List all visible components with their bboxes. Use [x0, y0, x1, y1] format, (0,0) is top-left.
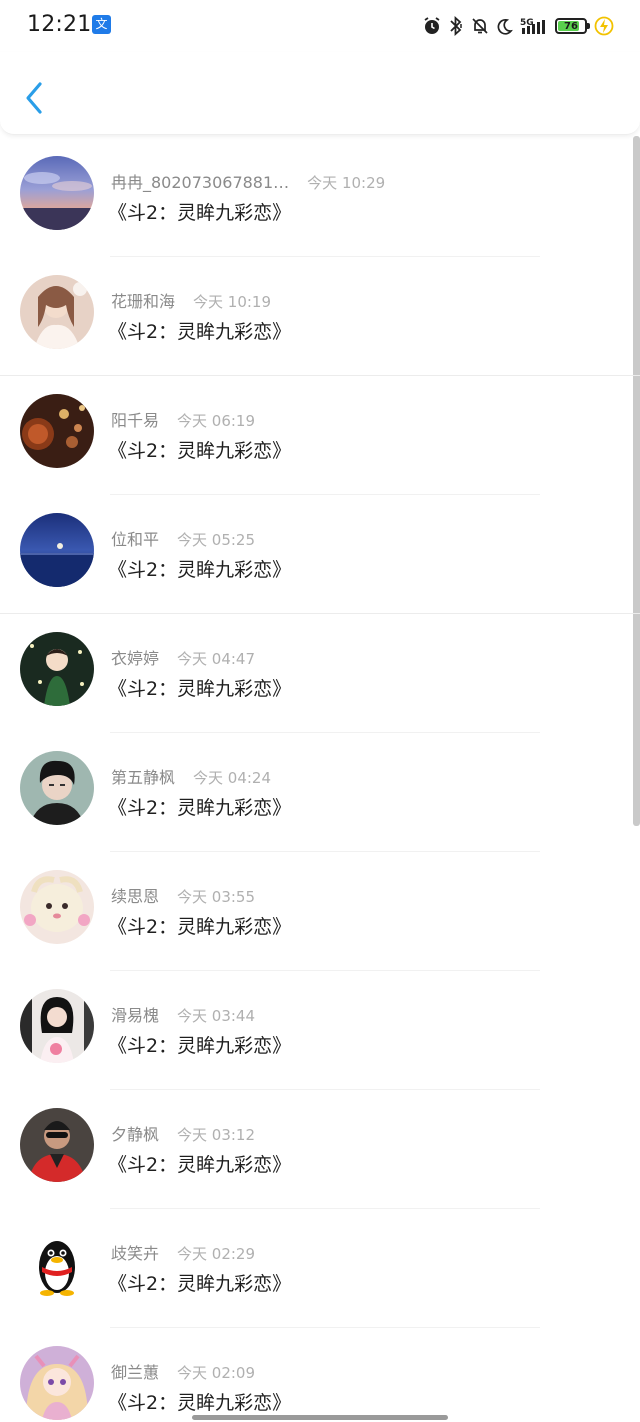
- user-name[interactable]: 御兰蕙: [111, 1359, 159, 1383]
- comment-time: 今天 02:09: [177, 1364, 256, 1382]
- comment-time: 今天 03:12: [177, 1126, 256, 1144]
- comment-text: 《斗2：灵眸九彩恋》: [108, 440, 292, 462]
- user-name[interactable]: 滑易槐: [111, 1002, 159, 1026]
- comment-item[interactable]: 夕静枫 今天 03:12 《斗2：灵眸九彩恋》: [0, 1090, 640, 1209]
- avatar[interactable]: [20, 1227, 94, 1301]
- user-name[interactable]: 衣婷婷: [111, 645, 159, 669]
- chevron-left-icon: [26, 82, 42, 114]
- avatar[interactable]: [20, 989, 94, 1063]
- back-button[interactable]: [18, 78, 52, 118]
- comment-item[interactable]: 阳千易 今天 06:19 《斗2：灵眸九彩恋》: [0, 376, 640, 495]
- comment-text: 《斗2：灵眸九彩恋》: [108, 202, 292, 224]
- comment-item[interactable]: 御兰蕙 今天 02:09 《斗2：灵眸九彩恋》: [0, 1328, 640, 1422]
- avatar[interactable]: [20, 394, 94, 468]
- user-name[interactable]: 续思恩: [111, 883, 159, 907]
- comment-time: 今天 10:29: [307, 174, 386, 192]
- comment-meta: 歧笑卉 今天 02:29: [111, 1240, 255, 1264]
- user-name[interactable]: 阳千易: [111, 407, 159, 431]
- user-name[interactable]: 位和平: [111, 526, 159, 550]
- comment-item[interactable]: 冉冉_802073067881… 今天 10:29 《斗2：灵眸九彩恋》: [0, 138, 640, 257]
- comment-text: 《斗2：灵眸九彩恋》: [108, 321, 292, 343]
- comment-text: 《斗2：灵眸九彩恋》: [108, 1392, 292, 1414]
- comment-meta: 续思恩 今天 03:55: [111, 883, 255, 907]
- comment-item[interactable]: 衣婷婷 今天 04:47 《斗2：灵眸九彩恋》: [0, 614, 640, 733]
- comment-item[interactable]: 续思恩 今天 03:55 《斗2：灵眸九彩恋》: [0, 852, 640, 971]
- comment-time: 今天 03:44: [177, 1007, 256, 1025]
- battery-icon: 76: [555, 18, 590, 34]
- comment-meta: 第五静枫 今天 04:24: [111, 764, 271, 788]
- comment-text: 《斗2：灵眸九彩恋》: [108, 678, 292, 700]
- comment-meta: 阳千易 今天 06:19: [111, 407, 255, 431]
- avatar[interactable]: [20, 751, 94, 825]
- alarm-icon: [424, 17, 440, 34]
- svg-text:5G: 5G: [520, 18, 534, 28]
- comment-item[interactable]: 位和平 今天 05:25 《斗2：灵眸九彩恋》: [0, 495, 640, 614]
- comment-time: 今天 06:19: [177, 412, 256, 430]
- comment-meta: 衣婷婷 今天 04:47: [111, 645, 255, 669]
- comment-meta: 冉冉_802073067881… 今天 10:29: [111, 169, 385, 193]
- comment-text: 《斗2：灵眸九彩恋》: [108, 916, 292, 938]
- comment-time: 今天 04:24: [193, 769, 272, 787]
- bluetooth-icon: [450, 16, 462, 36]
- comment-list-screen: 12:21 文 5G 76 冉冉_802073067881… 今天 10:29 …: [0, 0, 640, 1422]
- nav-bar: [0, 52, 640, 135]
- comment-text: 《斗2：灵眸九彩恋》: [108, 1154, 292, 1176]
- comment-text: 《斗2：灵眸九彩恋》: [108, 1273, 292, 1295]
- comment-text: 《斗2：灵眸九彩恋》: [108, 559, 292, 581]
- avatar[interactable]: [20, 513, 94, 587]
- user-name[interactable]: 冉冉_802073067881…: [111, 169, 289, 193]
- system-icons: 5G 76: [423, 14, 614, 38]
- translate-app-icon: 文: [92, 15, 111, 34]
- signal-5g-icon: 5G: [520, 18, 545, 34]
- comment-meta: 花珊和海 今天 10:19: [111, 288, 271, 312]
- comment-meta: 夕静枫 今天 03:12: [111, 1121, 255, 1145]
- comment-text: 《斗2：灵眸九彩恋》: [108, 1035, 292, 1057]
- comment-meta: 御兰蕙 今天 02:09: [111, 1359, 255, 1383]
- status-bar: 12:21 文 5G 76: [0, 0, 640, 52]
- comment-item[interactable]: 花珊和海 今天 10:19 《斗2：灵眸九彩恋》: [0, 257, 640, 376]
- avatar[interactable]: [20, 1108, 94, 1182]
- mute-bell-icon: [472, 18, 488, 34]
- comment-item[interactable]: 滑易槐 今天 03:44 《斗2：灵眸九彩恋》: [0, 971, 640, 1090]
- battery-percent: 76: [564, 20, 578, 32]
- avatar[interactable]: [20, 275, 94, 349]
- home-indicator[interactable]: [192, 1415, 448, 1420]
- charging-icon: [594, 16, 614, 36]
- comment-time: 今天 03:55: [177, 888, 256, 906]
- comment-time: 今天 10:19: [193, 293, 272, 311]
- comment-item[interactable]: 第五静枫 今天 04:24 《斗2：灵眸九彩恋》: [0, 733, 640, 852]
- comment-item[interactable]: 歧笑卉 今天 02:29 《斗2：灵眸九彩恋》: [0, 1209, 640, 1328]
- avatar[interactable]: [20, 632, 94, 706]
- comment-text: 《斗2：灵眸九彩恋》: [108, 797, 292, 819]
- avatar[interactable]: [20, 870, 94, 944]
- comment-time: 今天 04:47: [177, 650, 256, 668]
- avatar[interactable]: [20, 156, 94, 230]
- moon-icon: [497, 18, 513, 35]
- comment-meta: 位和平 今天 05:25: [111, 526, 255, 550]
- comment-time: 今天 02:29: [177, 1245, 256, 1263]
- avatar[interactable]: [20, 1346, 94, 1420]
- user-name[interactable]: 夕静枫: [111, 1121, 159, 1145]
- user-name[interactable]: 歧笑卉: [111, 1240, 159, 1264]
- comment-meta: 滑易槐 今天 03:44: [111, 1002, 255, 1026]
- comment-time: 今天 05:25: [177, 531, 256, 549]
- user-name[interactable]: 花珊和海: [111, 288, 175, 312]
- status-time: 12:21: [27, 12, 92, 37]
- user-name[interactable]: 第五静枫: [111, 764, 175, 788]
